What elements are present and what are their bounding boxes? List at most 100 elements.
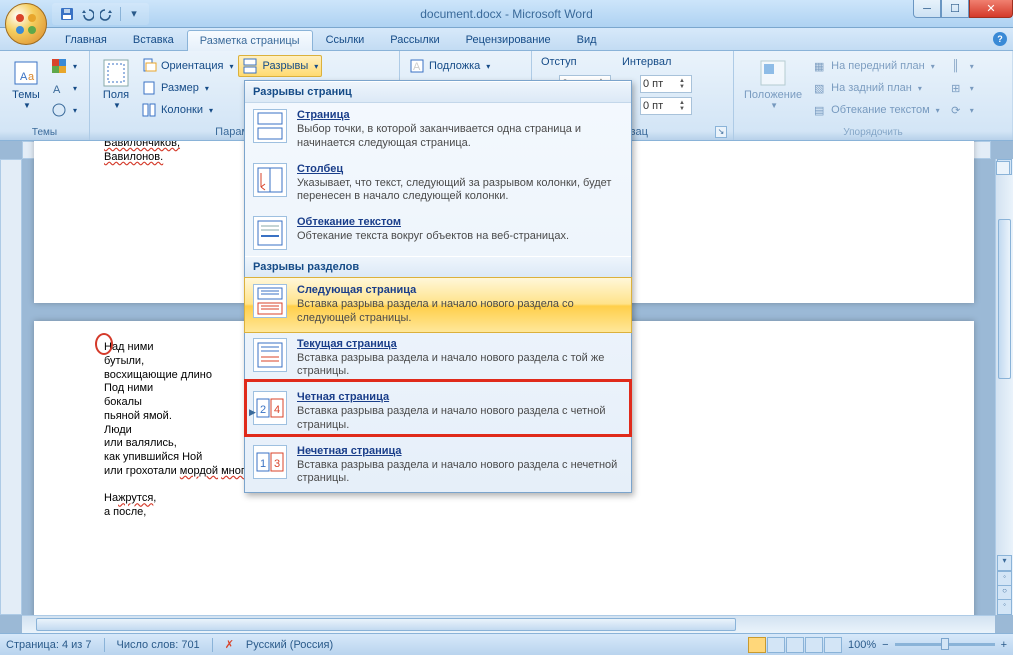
watermark-button[interactable]: AПодложка▾ xyxy=(406,55,493,77)
group-obj-button[interactable]: ⊞▾ xyxy=(945,77,977,99)
menu-item-column-break[interactable]: СтолбецУказывает, что текст, следующий з… xyxy=(245,157,631,211)
orientation-button[interactable]: Ориентация▾ xyxy=(138,55,236,77)
full-screen-view-icon[interactable] xyxy=(767,637,785,653)
next-page-icon[interactable]: ◦ xyxy=(997,599,1012,615)
breaks-button[interactable]: Разрывы▾ xyxy=(238,55,322,77)
close-button[interactable]: ✕ xyxy=(969,0,1013,18)
orientation-icon xyxy=(141,58,157,74)
svg-text:a: a xyxy=(28,71,35,83)
submenu-arrow-icon: ▶ xyxy=(249,407,256,418)
tab-view[interactable]: Вид xyxy=(564,29,610,50)
theme-effects-icon[interactable]: ▾ xyxy=(48,99,80,121)
margins-icon xyxy=(100,57,132,89)
group-themes-label: Темы xyxy=(4,126,85,140)
space-after-input[interactable]: 0 пт▲▼ xyxy=(640,97,692,115)
office-button[interactable] xyxy=(5,3,47,45)
size-icon xyxy=(141,80,157,96)
tab-home[interactable]: Главная xyxy=(52,29,120,50)
svg-text:A: A xyxy=(20,71,28,83)
bring-front-icon: ▦ xyxy=(811,58,827,74)
outline-view-icon[interactable] xyxy=(805,637,823,653)
tab-review[interactable]: Рецензирование xyxy=(453,29,564,50)
rotate-button[interactable]: ⟳▾ xyxy=(945,99,977,121)
text-wrap-button[interactable]: ▤Обтекание текстом▾ xyxy=(808,99,943,121)
indent-heading: Отступ xyxy=(538,55,611,73)
help-icon[interactable]: ? xyxy=(993,32,1007,46)
margins-label: Поля xyxy=(103,89,129,101)
proofing-icon[interactable]: ✗ xyxy=(225,638,234,651)
text-wrap-break-icon xyxy=(253,216,287,250)
horizontal-scrollbar[interactable] xyxy=(22,615,995,633)
redo-icon[interactable] xyxy=(98,5,116,23)
menu-item-page-break[interactable]: СтраницаВыбор точки, в которой заканчива… xyxy=(245,103,631,157)
save-icon[interactable] xyxy=(58,5,76,23)
vertical-ruler[interactable] xyxy=(0,159,22,615)
tab-page-layout[interactable]: Разметка страницы xyxy=(187,30,313,51)
send-back-icon: ▧ xyxy=(811,80,827,96)
group-arrange-label: Упорядочить xyxy=(738,126,1008,140)
align-icon: ║ xyxy=(948,58,964,74)
size-button[interactable]: Размер▾ xyxy=(138,77,236,99)
themes-label: Темы xyxy=(12,89,40,101)
status-language[interactable]: Русский (Россия) xyxy=(246,639,333,651)
breaks-icon xyxy=(242,58,258,74)
menu-section-header: Разрывы страниц xyxy=(245,81,631,103)
send-back-button[interactable]: ▧На задний план▾ xyxy=(808,77,943,99)
space-before-input[interactable]: 0 пт▲▼ xyxy=(640,75,692,93)
window-title: document.docx - Microsoft Word xyxy=(420,7,593,21)
position-icon xyxy=(757,57,789,89)
scroll-down-icon[interactable]: ▾ xyxy=(997,555,1012,571)
group-icon: ⊞ xyxy=(948,80,964,96)
annotation-circle xyxy=(95,333,113,355)
status-page[interactable]: Страница: 4 из 7 xyxy=(6,639,92,651)
qat-customize-icon[interactable]: ▾ xyxy=(125,5,143,23)
column-break-icon xyxy=(253,163,287,197)
status-word-count[interactable]: Число слов: 701 xyxy=(117,639,200,651)
svg-text:A: A xyxy=(53,84,61,96)
scroll-thumb[interactable] xyxy=(998,219,1011,379)
draft-view-icon[interactable] xyxy=(824,637,842,653)
title-bar: ▾ document.docx - Microsoft Word ─ ☐ ✕ xyxy=(0,0,1013,28)
menu-item-text-wrap-break[interactable]: Обтекание текстомОбтекание текста вокруг… xyxy=(245,210,631,256)
odd-page-section-icon: 13 xyxy=(253,445,287,479)
zoom-slider[interactable] xyxy=(895,643,995,646)
page-break-icon xyxy=(253,109,287,143)
vertical-scrollbar[interactable]: ▴ ▾ ◦ ○ ◦ xyxy=(995,159,1013,615)
tab-mailings[interactable]: Рассылки xyxy=(377,29,452,50)
align-button[interactable]: ║▾ xyxy=(945,55,977,77)
theme-colors-icon[interactable]: ▾ xyxy=(48,55,80,77)
zoom-in-icon[interactable]: + xyxy=(1001,639,1007,651)
watermark-icon: A xyxy=(409,58,425,74)
minimize-button[interactable]: ─ xyxy=(913,0,941,18)
zoom-out-icon[interactable]: − xyxy=(882,639,888,651)
rotate-icon: ⟳ xyxy=(948,102,964,118)
menu-item-odd-page-section[interactable]: 13 Нечетная страницаВставка разрыва разд… xyxy=(245,439,631,493)
svg-text:A: A xyxy=(413,61,421,73)
margins-button[interactable]: Поля▼ xyxy=(96,55,136,112)
bring-front-button[interactable]: ▦На передний план▾ xyxy=(808,55,943,77)
undo-icon[interactable] xyxy=(78,5,96,23)
spacing-heading: Интервал xyxy=(619,55,692,73)
svg-text:3: 3 xyxy=(274,458,280,470)
web-layout-view-icon[interactable] xyxy=(786,637,804,653)
menu-item-continuous-section[interactable]: Текущая страницаВставка разрыва раздела … xyxy=(245,332,631,386)
zoom-level[interactable]: 100% xyxy=(848,639,876,651)
text-wrap-icon: ▤ xyxy=(811,102,827,118)
print-layout-view-icon[interactable] xyxy=(748,637,766,653)
status-bar: Страница: 4 из 7 Число слов: 701 ✗ Русск… xyxy=(0,633,1013,655)
view-buttons xyxy=(748,637,842,653)
tab-insert[interactable]: Вставка xyxy=(120,29,187,50)
tab-references[interactable]: Ссылки xyxy=(313,29,378,50)
themes-button[interactable]: Aa Темы▼ xyxy=(6,55,46,112)
position-label: Положение xyxy=(744,89,802,101)
position-button[interactable]: Положение▼ xyxy=(740,55,806,112)
themes-icon: Aa xyxy=(10,57,42,89)
columns-button[interactable]: Колонки▾ xyxy=(138,99,236,121)
theme-fonts-icon[interactable]: A▾ xyxy=(48,77,80,99)
maximize-button[interactable]: ☐ xyxy=(941,0,969,18)
ruler-toggle-icon[interactable] xyxy=(996,161,1010,175)
menu-item-even-page-section[interactable]: 24 Четная страницаВставка разрыва раздел… xyxy=(245,385,631,439)
svg-text:2: 2 xyxy=(260,404,266,416)
paragraph-launcher[interactable]: ↘ xyxy=(715,126,727,138)
menu-item-next-page-section[interactable]: Следующая страницаВставка разрыва раздел… xyxy=(244,277,632,333)
